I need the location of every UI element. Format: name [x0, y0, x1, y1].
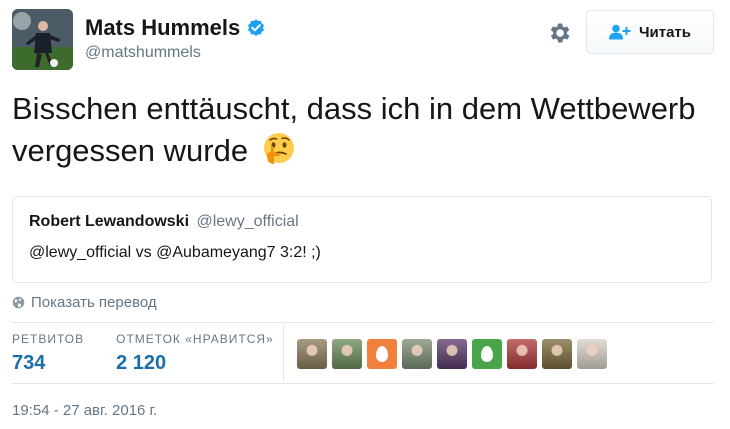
- retweets-count: 734: [12, 352, 46, 374]
- author-display-name[interactable]: Mats Hummels: [85, 14, 240, 42]
- add-user-icon: [608, 24, 631, 40]
- likes-stat[interactable]: ОТМЕТОК «НРАВИТСЯ» 2 120: [116, 332, 274, 375]
- liker-avatar[interactable]: [297, 339, 327, 369]
- divider: [12, 383, 714, 384]
- liker-avatar[interactable]: [577, 339, 607, 369]
- quoted-author-handle: @lewy_official: [196, 213, 299, 230]
- author-info: Mats Hummels @matshummels: [85, 14, 266, 62]
- stats-divider: [283, 324, 284, 382]
- liker-avatar[interactable]: [542, 339, 572, 369]
- globe-icon: [12, 296, 25, 309]
- translate-label: Показать перевод: [31, 294, 157, 311]
- liker-avatar[interactable]: [402, 339, 432, 369]
- quoted-tweet-text: @lewy_official vs @Aubameyang7 3:2! ;): [29, 244, 321, 261]
- gear-icon[interactable]: [546, 20, 572, 46]
- follow-button-label: Читать: [638, 23, 692, 41]
- thinking-face-icon: [263, 133, 294, 164]
- likes-label: ОТМЕТОК «НРАВИТСЯ»: [116, 332, 274, 346]
- tweet-stats: РЕТВИТОВ 734 ОТМЕТОК «НРАВИТСЯ» 2 120: [12, 332, 306, 375]
- tweet-timestamp[interactable]: 19:54 - 27 авг. 2016 г.: [12, 402, 157, 419]
- tweet-body: Bisschen enttäuscht, dass ich in dem Wet…: [12, 91, 696, 168]
- likers-avatars: [297, 339, 607, 369]
- author-name[interactable]: Mats Hummels: [85, 14, 266, 42]
- liker-avatar[interactable]: [332, 339, 362, 369]
- quoted-tweet[interactable]: Robert Lewandowski @lewy_official @lewy_…: [12, 196, 712, 283]
- quoted-tweet-header: Robert Lewandowski @lewy_official: [29, 211, 695, 233]
- retweets-stat[interactable]: РЕТВИТОВ 734: [12, 332, 84, 375]
- liker-avatar[interactable]: [367, 339, 397, 369]
- author-handle[interactable]: @matshummels: [85, 44, 266, 62]
- tweet-text: Bisschen enttäuscht, dass ich in dem Wet…: [12, 88, 712, 172]
- egg-icon: [376, 346, 388, 362]
- follow-button[interactable]: Читать: [586, 10, 714, 54]
- liker-avatar[interactable]: [437, 339, 467, 369]
- author-avatar[interactable]: [12, 9, 73, 70]
- quoted-author-name: Robert Lewandowski: [29, 213, 190, 230]
- liker-avatar[interactable]: [472, 339, 502, 369]
- egg-icon: [481, 346, 493, 362]
- liker-avatar[interactable]: [507, 339, 537, 369]
- translate-link[interactable]: Показать перевод: [12, 294, 157, 311]
- retweets-label: РЕТВИТОВ: [12, 332, 85, 346]
- verified-badge-icon: [248, 19, 265, 37]
- divider: [12, 322, 714, 323]
- likes-count: 2 120: [116, 352, 167, 374]
